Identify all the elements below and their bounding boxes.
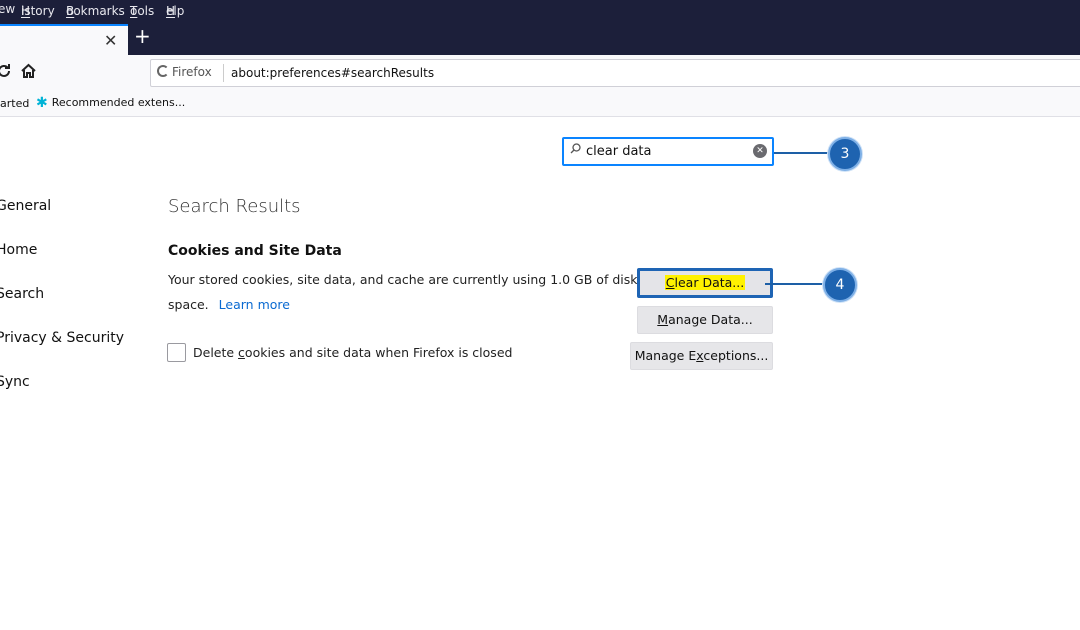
sidebar-item-home[interactable]: Home (0, 242, 37, 258)
clear-data-button[interactable]: Clear Data... (637, 268, 773, 298)
menu-history-rest: istory (21, 4, 55, 18)
preferences-search-box[interactable]: ✕ (562, 137, 774, 166)
tab-preferences[interactable]: ✕ (0, 24, 128, 55)
callout-4-badge: 4 (823, 268, 857, 302)
bookmark-recommended-extensions[interactable]: ✱ Recommended extens... (36, 95, 185, 111)
tab-strip: ✕ + (0, 20, 1080, 55)
search-input[interactable] (586, 142, 746, 161)
manage-exceptions-button[interactable]: Manage Exceptions... (630, 342, 773, 370)
firefox-icon (157, 65, 169, 77)
identity-box[interactable]: Firefox (157, 65, 212, 79)
delete-on-close-label[interactable]: Delete cookies and site data when Firefo… (193, 345, 512, 360)
menu-bar: ew History Bookmarks Tools Help (0, 0, 1080, 20)
storage-description: Your stored cookies, site data, and cach… (168, 272, 638, 287)
bookmark-getting-started[interactable]: arted (0, 97, 29, 110)
page-title: Search Results (168, 196, 301, 217)
sidebar-item-privacy[interactable]: Privacy & Security (0, 330, 124, 346)
url-text[interactable]: about:preferences#searchResults (231, 66, 434, 80)
sidebar-item-general[interactable]: General (0, 198, 51, 214)
nav-bar: Firefox about:preferences#searchResults (0, 55, 1080, 91)
sidebar-item-search[interactable]: Search (0, 286, 44, 302)
storage-description-line2: space. Learn more (168, 297, 290, 312)
callout-3-badge: 3 (828, 137, 862, 171)
learn-more-link[interactable]: Learn more (219, 297, 290, 312)
reload-icon[interactable] (0, 63, 12, 83)
clear-search-icon[interactable]: ✕ (753, 144, 767, 158)
new-tab-icon[interactable]: + (134, 26, 151, 46)
sidebar-item-sync[interactable]: Sync (0, 374, 30, 390)
callout-4-line (765, 283, 825, 285)
section-title: Cookies and Site Data (168, 243, 342, 259)
home-icon[interactable] (20, 63, 37, 83)
callout-3-line (774, 152, 830, 154)
url-separator (223, 64, 224, 82)
search-icon (570, 143, 581, 157)
puzzle-icon: ✱ (36, 95, 48, 111)
menu-item-view[interactable]: ew (0, 2, 15, 16)
url-bar[interactable]: Firefox about:preferences#searchResults (150, 59, 1080, 87)
close-icon[interactable]: ✕ (104, 31, 117, 50)
bookmarks-toolbar: arted ✱ Recommended extens... (0, 91, 1080, 117)
manage-data-button[interactable]: Manage Data... (637, 306, 773, 334)
delete-on-close-checkbox[interactable] (167, 343, 186, 362)
clear-data-highlight: Clear Data... (664, 275, 746, 290)
